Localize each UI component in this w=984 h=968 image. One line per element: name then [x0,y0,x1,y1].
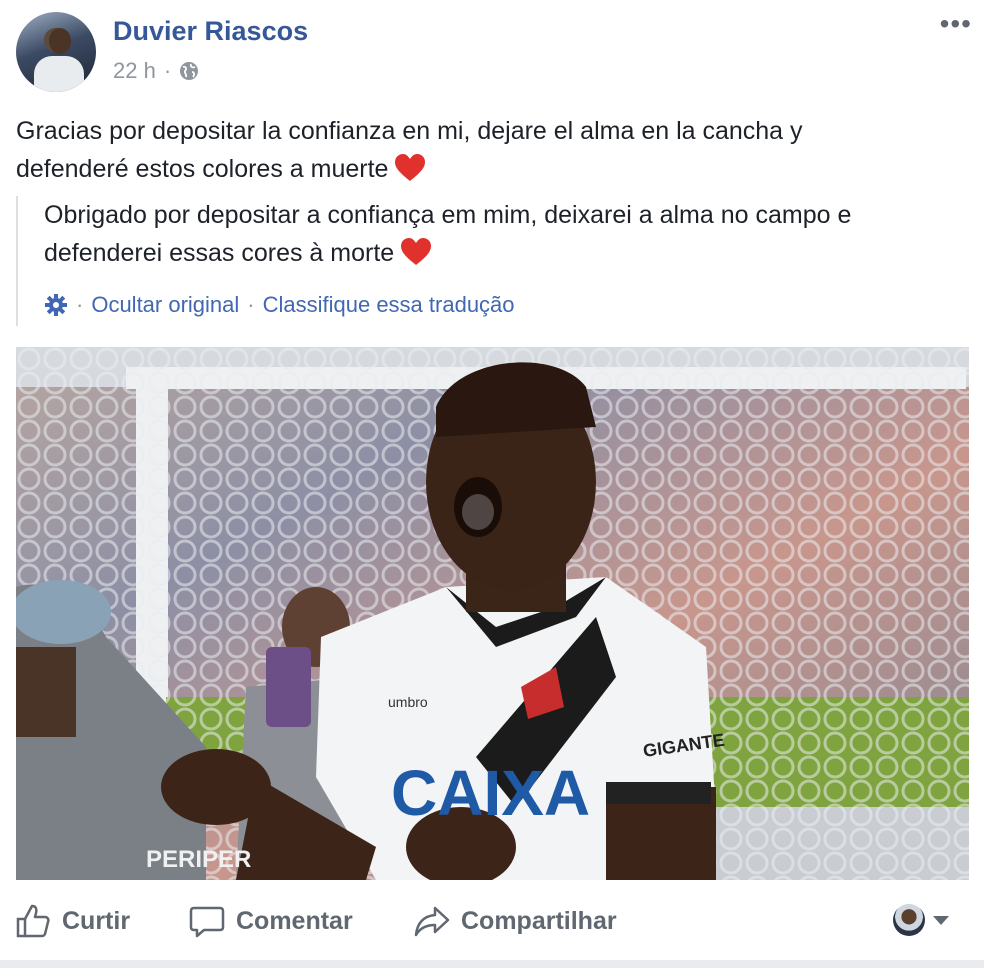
jersey-brand: umbro [388,694,428,710]
globe-icon[interactable] [179,61,199,81]
translation-block: Obrigado por depositar a confiança em mi… [16,196,968,326]
comment-button[interactable]: Comentar [188,902,353,940]
meta-separator: · [163,58,172,83]
post-photo[interactable]: CAIXA umbro GIGANTE PERIPER [16,347,969,880]
post-bottom-border [0,960,984,968]
thumbs-up-icon [16,904,50,938]
comment-label: Comentar [236,906,353,935]
share-label: Compartilhar [461,906,617,935]
vest-text: PERIPER [146,846,251,873]
reaction-as-selector[interactable] [893,904,949,936]
hide-original-link[interactable]: Ocultar original [91,292,239,318]
post-timestamp[interactable]: 22 h [113,58,156,84]
translation-text-content: Obrigado por depositar a confiança em mi… [44,201,852,267]
comment-icon [189,906,225,938]
author-name[interactable]: Duvier Riascos [113,16,308,47]
facebook-post: Duvier Riascos 22 h · ••• Gracias por de… [0,0,984,968]
share-button[interactable]: Compartilhar [413,902,617,940]
viewer-avatar [893,904,925,936]
post-actions: Curtir Comentar Compartilhar [0,880,984,960]
separator-dot: · [247,292,255,317]
like-label: Curtir [62,906,131,935]
author-avatar[interactable] [16,12,96,92]
like-button[interactable]: Curtir [14,902,130,940]
more-options-icon[interactable]: ••• [940,10,972,38]
rate-translation-link[interactable]: Classifique essa tradução [263,292,515,318]
post-meta: 22 h · [113,58,199,84]
avatar-shirt [34,56,84,92]
heart-icon [395,154,426,181]
jersey-text: CAIXA [391,757,590,829]
translation-text: Obrigado por depositar a confiança em mi… [44,196,964,272]
avatar-head [49,28,71,54]
chevron-down-icon [933,915,949,925]
heart-icon [401,238,432,265]
post-text: Gracias por depositar la confianza en mi… [16,112,916,188]
separator-dot: · [76,292,84,317]
translation-actions: · Ocultar original · Classifique essa tr… [44,292,515,318]
gear-icon[interactable] [44,293,68,317]
share-icon [414,906,450,937]
